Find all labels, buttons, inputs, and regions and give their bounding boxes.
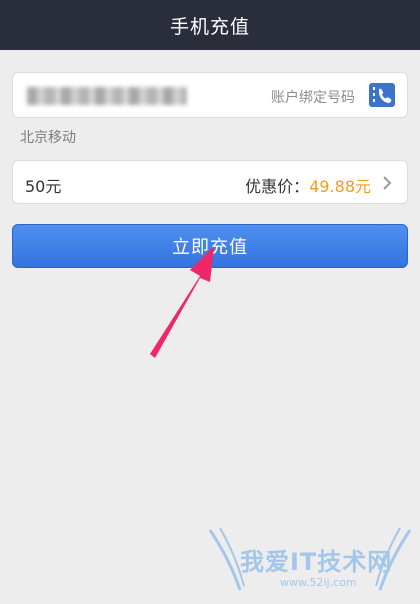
chevron-right-icon (381, 174, 393, 192)
watermark-text: 我爱IT技术网 (240, 548, 393, 576)
contact-book-icon[interactable] (369, 83, 395, 107)
discount-price-label: 优惠价： (245, 177, 310, 196)
carrier-label: 北京移动 (20, 130, 76, 146)
watermark-url: www.52ij.com (280, 576, 357, 589)
recharge-button[interactable]: 立即充值 (12, 224, 408, 268)
discount-price-value: 49.88元 (309, 177, 371, 196)
phone-number-field[interactable]: 账户绑定号码 (12, 72, 408, 118)
amount-selector[interactable]: 50元 优惠价：49.88元 (12, 160, 408, 204)
page-title: 手机充值 (169, 15, 250, 38)
masked-phone-number (27, 87, 187, 105)
amount-value: 50元 (25, 177, 62, 196)
watermark-logo: 我爱IT技术网 www.52ij.com (200, 520, 420, 600)
phone-hint-label: 账户绑定号码 (271, 90, 355, 106)
app-header: 手机充值 (0, 0, 420, 50)
discount-price: 优惠价：49.88元 (245, 173, 371, 197)
recharge-button-label: 立即充值 (172, 237, 248, 258)
